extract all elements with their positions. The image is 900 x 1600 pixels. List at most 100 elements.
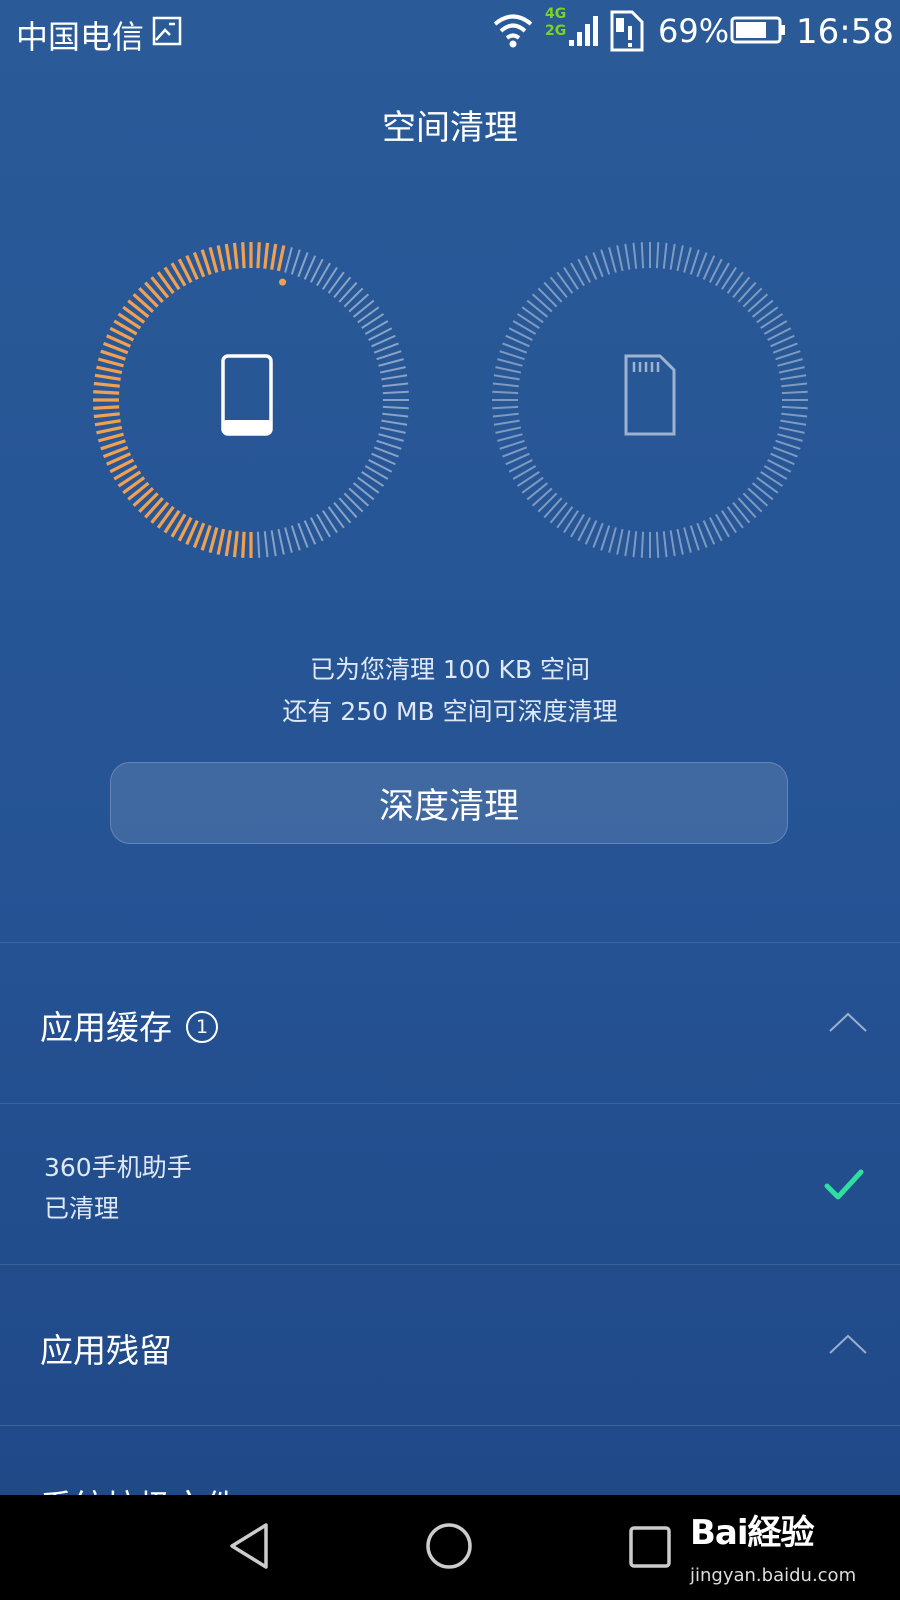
app-residue-header[interactable]: 应用残留 [40,1324,172,1372]
phone-icon [221,354,273,436]
dial-tick-free [781,382,808,388]
dial-tick-free [376,439,402,450]
dial-tick-free [747,293,769,313]
dial-tick-free [338,497,358,519]
dial-tick-free [352,482,375,501]
phone-storage-dial[interactable] [91,240,411,560]
dial-tick-free [379,366,406,374]
dial-tick-used [94,373,121,381]
dial-tick-free [778,366,805,374]
dial-tick-free [655,531,660,558]
sd-card-icon [624,354,676,436]
carrier-label: 中国电信 [16,18,145,56]
dial-tick-free [662,242,668,269]
dial-tick-free [742,492,763,513]
dial-tick-used [97,357,124,368]
dial-tick-free [284,247,293,273]
dial-tick-used [241,242,246,269]
dial-tick-free [676,245,684,272]
signal-icon [569,16,598,46]
sim-alert-icon [610,10,644,52]
dial-tick-used [94,419,121,427]
dial-tick-free [683,247,692,273]
dial-tick-free [616,245,624,272]
dial-tick-used [232,531,239,558]
baidu-jingyan-watermark: Bai経验 jingyan.baidu.com [690,1505,890,1595]
dial-tick-used [224,530,232,557]
cleaned-summary: 已为您清理 100 KB 空间 [309,655,591,684]
dial-tick-free [696,522,708,548]
dial-tick-used [216,245,226,272]
dial-tick-used [263,242,270,269]
home-icon[interactable] [424,1521,474,1571]
dial-tick-used [276,245,286,272]
chevron-up-icon[interactable] [828,1010,868,1034]
sd-card-storage-dial[interactable] [490,240,810,560]
dial-tick-free [751,299,774,318]
dial-tick-free [780,374,807,381]
divider [0,1264,900,1265]
dial-tick-used [224,243,232,270]
dial-tick-free [742,287,763,308]
recent-apps-icon[interactable] [628,1525,672,1569]
dial-tick-used [208,527,219,554]
dial-tick-free [499,350,525,361]
dial-tick-free [348,487,370,507]
dial-tick-free [290,525,301,551]
dial-tick-free [379,426,406,434]
dial-tick-free [297,252,309,278]
dial-tick-free [492,382,519,388]
divider [0,1425,900,1426]
dial-tick-free [696,252,708,278]
dial-tick-free [632,242,638,269]
dial-tick-free [543,281,563,303]
dial-tick-free [333,501,352,524]
dial-tick-free [382,412,409,418]
dial-tick-free [592,252,604,278]
dial-tick-used [96,425,123,435]
dial-tick-free [778,426,805,434]
page-title: 空间清理 [382,108,518,148]
dial-tick-used [96,365,123,375]
dial-progress-dot [279,278,287,286]
dial-tick-free [751,482,774,501]
dial-tick-free [683,527,692,553]
dial-tick-free [655,242,660,269]
dial-tick-free [378,358,404,367]
dial-tick-free [502,342,528,354]
dial-tick-free [495,366,522,374]
dial-tick-free [381,374,408,381]
list-item-status: 已清理 [44,1194,120,1223]
dial-tick-free [640,242,645,269]
list-item-name: 360手机助手 [44,1153,192,1182]
dial-tick-free [270,530,277,557]
dial-tick-free [382,405,409,410]
dial-tick-free [689,525,700,551]
dial-tick-free [537,287,558,308]
dial-tick-used [256,242,261,269]
chevron-up-icon[interactable] [828,1332,868,1356]
dial-tick-used [208,246,219,273]
dial-tick-free [732,276,751,299]
dial-tick-free [600,525,611,551]
divider [0,942,900,943]
app-cache-header[interactable]: 应用缓存 1 [40,1001,218,1049]
network-type: 4G 2G [545,6,567,39]
dial-tick-used [100,349,126,361]
dial-tick-free [343,287,364,308]
dial-tick-free [376,350,402,361]
dial-tick-used [232,242,239,269]
dial-tick-free [592,522,604,548]
dial-tick-free [781,390,808,395]
back-icon[interactable] [226,1521,272,1571]
dial-tick-used [100,439,126,451]
app-cache-title: 应用缓存 [40,1008,172,1047]
deep-clean-button[interactable]: 深度清理 [110,762,788,844]
dial-tick-free [747,487,769,507]
dial-tick-free [737,281,757,303]
dial-tick-free [348,293,370,313]
checkmark-icon[interactable] [824,1168,864,1202]
dial-tick-free [600,249,611,275]
dial-tick-free [549,276,568,299]
dial-tick-free [495,426,522,434]
